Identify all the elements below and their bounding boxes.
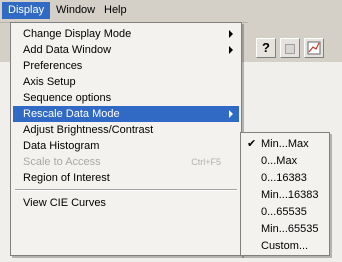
menu-item-region-of-interest[interactable]: Region of Interest: [13, 170, 239, 186]
chart-tool-button[interactable]: [304, 38, 324, 58]
menu-item-label: Sequence options: [23, 92, 112, 104]
rescale-data-mode-submenu: ✔ Min...Max 0...Max 0...16383 Min...1638…: [240, 132, 330, 256]
submenu-item-label: 0...Max: [261, 155, 298, 167]
menu-item-label: Data Histogram: [23, 140, 100, 152]
menu-bar: Display Window Help: [0, 0, 342, 23]
menu-item-label: Rescale Data Mode: [23, 108, 120, 120]
menu-item-view-cie-curves[interactable]: View CIE Curves: [13, 195, 239, 211]
menu-item-rescale-data-mode[interactable]: Rescale Data Mode: [13, 106, 239, 122]
menu-item-adjust-brightness-contrast[interactable]: Adjust Brightness/Contrast: [13, 122, 239, 138]
help-button[interactable]: ?: [256, 38, 276, 58]
menu-item-scale-to-access: Scale to Access Ctrl+F5: [13, 154, 239, 170]
menu-window[interactable]: Window: [50, 2, 101, 19]
menu-item-label: Region of Interest: [23, 172, 110, 184]
menu-item-sequence-options[interactable]: Sequence options: [13, 90, 239, 106]
gray-square-icon: [285, 43, 295, 54]
submenu-item-min-65535[interactable]: Min...65535: [243, 221, 327, 237]
chart-icon: [307, 41, 321, 55]
menu-item-add-data-window[interactable]: Add Data Window: [13, 42, 239, 58]
toolbar: ?: [248, 22, 342, 62]
menu-item-label: Preferences: [23, 60, 83, 72]
submenu-item-label: Custom...: [261, 240, 309, 252]
blank-tool-button[interactable]: [280, 38, 300, 58]
submenu-item-label: 0...65535: [261, 206, 307, 218]
menu-item-label: Scale to Access: [23, 156, 101, 168]
menu-item-label: Axis Setup: [23, 76, 76, 88]
menu-item-axis-setup[interactable]: Axis Setup: [13, 74, 239, 90]
submenu-item-label: Min...65535: [261, 223, 319, 235]
display-menu: Change Display Mode Add Data Window Pref…: [10, 22, 242, 256]
submenu-arrow-icon: [229, 110, 233, 118]
question-mark-icon: ?: [262, 40, 270, 55]
menu-item-preferences[interactable]: Preferences: [13, 58, 239, 74]
submenu-item-0-max[interactable]: 0...Max: [243, 153, 327, 169]
submenu-item-label: Min...16383: [261, 189, 319, 201]
submenu-arrow-icon: [229, 30, 233, 38]
submenu-item-custom[interactable]: Custom...: [243, 238, 327, 254]
menu-item-shortcut: Ctrl+F5: [191, 157, 221, 167]
submenu-item-label: Min...Max: [261, 138, 309, 150]
menu-help[interactable]: Help: [98, 2, 133, 19]
menu-item-data-histogram[interactable]: Data Histogram: [13, 138, 239, 154]
submenu-item-0-16383[interactable]: 0...16383: [243, 170, 327, 186]
menu-item-label: Adjust Brightness/Contrast: [23, 124, 154, 136]
menu-separator: [15, 189, 237, 191]
submenu-item-min-max[interactable]: ✔ Min...Max: [243, 136, 327, 152]
menu-item-label: Add Data Window: [23, 44, 112, 56]
menu-item-label: View CIE Curves: [23, 197, 106, 209]
submenu-item-min-16383[interactable]: Min...16383: [243, 187, 327, 203]
menu-item-label: Change Display Mode: [23, 28, 132, 40]
menu-item-change-display-mode[interactable]: Change Display Mode: [13, 26, 239, 42]
menu-display[interactable]: Display: [2, 2, 51, 19]
checkmark-icon: ✔: [247, 138, 257, 150]
submenu-arrow-icon: [229, 46, 233, 54]
submenu-item-label: 0...16383: [261, 172, 307, 184]
submenu-item-0-65535[interactable]: 0...65535: [243, 204, 327, 220]
